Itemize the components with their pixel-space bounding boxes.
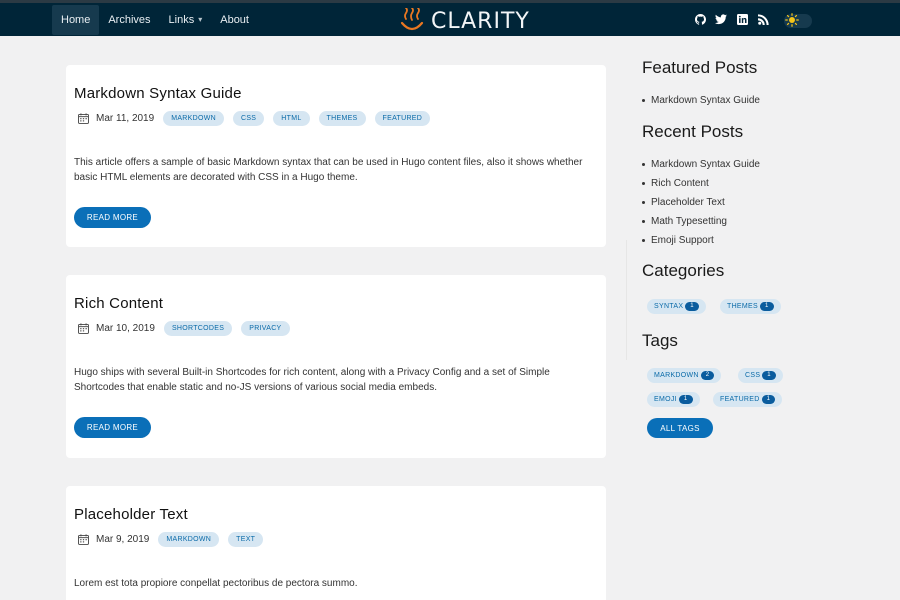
site-header: Home Archives Links ▾ About CLARITY xyxy=(0,0,900,36)
post-date: Mar 11, 2019 xyxy=(96,112,155,124)
post-title[interactable]: Markdown Syntax Guide xyxy=(74,85,242,102)
post-date: Mar 10, 2019 xyxy=(96,322,155,334)
tag-label: CSS xyxy=(745,372,761,379)
post-tag[interactable]: TEXT xyxy=(228,531,264,547)
nav-home[interactable]: Home xyxy=(52,5,100,35)
tag-pill[interactable]: FEATURED 1 xyxy=(713,392,783,407)
post-meta: Mar 10, 2019 SHORTCODES PRIVACY xyxy=(78,319,299,337)
featured-post-link[interactable]: Markdown Syntax Guide xyxy=(642,91,760,110)
post-meta: Mar 11, 2019 MARKDOWN CSS HTML THEMES FE… xyxy=(78,109,439,127)
post-tag[interactable]: SHORTCODES xyxy=(163,320,233,336)
recent-post-link[interactable]: Math Typesetting xyxy=(642,212,760,231)
nav-archives-label: Archives xyxy=(108,14,151,26)
main-nav: Home Archives Links ▾ About xyxy=(52,5,258,35)
calendar-icon xyxy=(78,533,89,545)
category-pill[interactable]: THEMES 1 xyxy=(720,299,781,314)
post-meta: Mar 9, 2019 MARKDOWN TEXT xyxy=(78,530,272,548)
github-icon[interactable] xyxy=(694,13,706,25)
calendar-icon xyxy=(78,112,89,124)
post-excerpt: Hugo ships with several Built-in Shortco… xyxy=(74,367,550,393)
tag-count: 1 xyxy=(678,395,693,404)
nav-about[interactable]: About xyxy=(211,5,258,35)
rss-icon[interactable] xyxy=(757,13,769,25)
nav-links-label: Links xyxy=(168,14,195,26)
read-more-button[interactable]: READ MORE xyxy=(74,207,151,228)
tag-pill[interactable]: EMOJI 1 xyxy=(647,392,700,407)
category-label: THEMES xyxy=(727,303,758,310)
tag-count: 1 xyxy=(761,395,776,404)
post-tag[interactable]: PRIVACY xyxy=(241,320,290,336)
nav-archives[interactable]: Archives xyxy=(99,5,159,35)
post-tag[interactable]: CSS xyxy=(232,110,265,126)
tag-pill[interactable]: CSS 1 xyxy=(738,368,783,383)
linkedin-icon[interactable] xyxy=(736,13,748,25)
tags-heading: Tags xyxy=(642,331,678,350)
post-tag[interactable]: THEMES xyxy=(318,110,366,126)
hot-spring-icon xyxy=(400,8,424,31)
divider xyxy=(626,240,627,360)
nav-about-label: About xyxy=(220,14,249,26)
site-title: CLARITY xyxy=(431,8,530,34)
post-card: Markdown Syntax Guide Mar 11, 2019 MARKD… xyxy=(66,65,606,247)
tag-label: MARKDOWN xyxy=(654,372,699,379)
post-tag[interactable]: FEATURED xyxy=(374,110,431,126)
chevron-down-icon: ▾ xyxy=(198,15,203,24)
tag-count: 1 xyxy=(762,371,776,380)
recent-posts-heading: Recent Posts xyxy=(642,122,744,141)
tag-label: FEATURED xyxy=(720,396,760,403)
featured-posts-list: Markdown Syntax Guide xyxy=(642,91,760,110)
recent-post-link[interactable]: Markdown Syntax Guide xyxy=(642,155,760,174)
post-card: Rich Content Mar 10, 2019 SHORTCODES PRI… xyxy=(66,275,606,458)
post-date: Mar 9, 2019 xyxy=(96,533,150,545)
recent-post-link[interactable]: Emoji Support xyxy=(642,231,760,250)
recent-post-link[interactable]: Rich Content xyxy=(642,174,760,193)
calendar-icon xyxy=(78,322,89,334)
categories-heading: Categories xyxy=(642,261,725,280)
site-brand[interactable]: CLARITY xyxy=(399,6,530,36)
post-excerpt: This article offers a sample of basic Ma… xyxy=(74,157,583,183)
tag-pill[interactable]: MARKDOWN 2 xyxy=(647,368,722,383)
all-tags-button[interactable]: ALL TAGS xyxy=(647,418,713,438)
category-label: SYNTAX xyxy=(654,303,684,310)
social-links xyxy=(694,13,769,25)
read-more-button[interactable]: READ MORE xyxy=(74,417,151,438)
recent-post-link[interactable]: Placeholder Text xyxy=(642,193,760,212)
sun-icon xyxy=(785,13,799,27)
category-pill[interactable]: SYNTAX 1 xyxy=(647,299,706,314)
tag-label: EMOJI xyxy=(654,396,677,403)
category-count: 1 xyxy=(759,302,774,311)
theme-toggle[interactable] xyxy=(784,13,812,28)
category-count: 1 xyxy=(685,302,699,311)
post-title[interactable]: Placeholder Text xyxy=(74,506,188,523)
recent-posts-list: Markdown Syntax Guide Rich Content Place… xyxy=(642,155,760,250)
post-title[interactable]: Rich Content xyxy=(74,295,163,312)
post-tag[interactable]: MARKDOWN xyxy=(158,531,220,547)
post-tag[interactable]: HTML xyxy=(273,110,310,126)
nav-links[interactable]: Links ▾ xyxy=(160,5,212,35)
twitter-icon[interactable] xyxy=(715,13,727,25)
featured-posts-heading: Featured Posts xyxy=(642,58,758,77)
post-card: Placeholder Text Mar 9, 2019 MARKDOWN TE… xyxy=(66,486,606,600)
post-excerpt: Lorem est tota propiore conpellat pector… xyxy=(74,578,358,589)
nav-home-label: Home xyxy=(61,14,91,26)
tag-count: 2 xyxy=(700,371,715,380)
post-tag[interactable]: MARKDOWN xyxy=(163,110,224,126)
